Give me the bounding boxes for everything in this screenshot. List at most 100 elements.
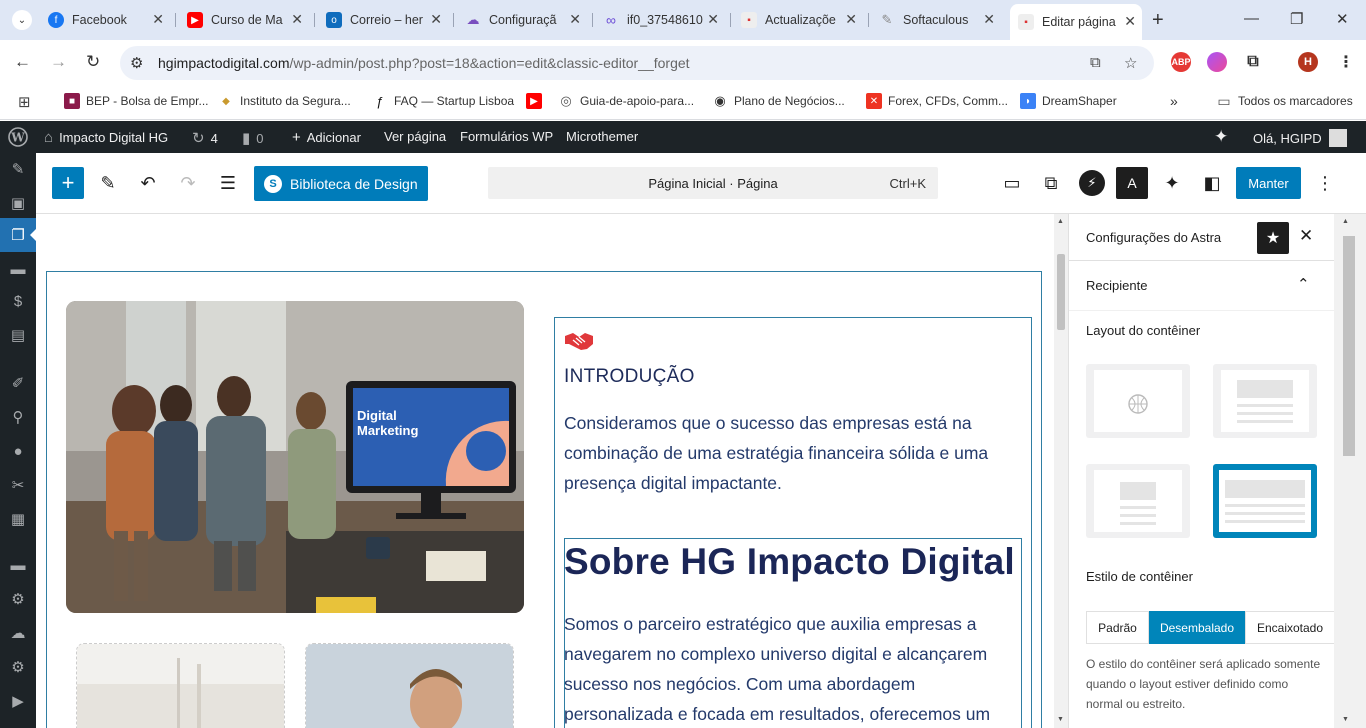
bookmark-bep[interactable]: ■ BEP - Bolsa de Empr... — [64, 93, 209, 109]
wp-forms-link[interactable]: Formulários WP — [460, 129, 553, 144]
tab-search-chevron-icon[interactable]: ⌄ — [12, 10, 32, 30]
close-tab-icon[interactable]: ✕ — [291, 11, 303, 28]
about-heading[interactable]: Sobre HG Impacto Digital — [564, 541, 1015, 583]
redo-icon[interactable]: ↷ — [172, 167, 204, 199]
bookmark-plano[interactable]: ◉ Plano de Negócios... — [712, 93, 844, 109]
apps-grid-icon[interactable]: ⊞ — [18, 93, 31, 111]
intro-paragraph[interactable]: Consideramos que o sucesso das empresas … — [564, 408, 1014, 498]
close-window-icon[interactable]: ✕ — [1336, 10, 1349, 28]
command-palette[interactable]: Página Inicial · Página Ctrl+K — [488, 167, 938, 199]
close-tab-icon[interactable]: ✕ — [1124, 13, 1136, 30]
forward-icon[interactable]: → — [50, 52, 67, 72]
users-icon[interactable]: ● — [8, 441, 28, 461]
scrollbar-thumb[interactable] — [1057, 254, 1065, 330]
tools-pencil-icon[interactable]: ✎ — [92, 167, 124, 199]
appearance-icon[interactable]: ✐ — [8, 373, 28, 393]
settings-grid-icon[interactable]: ▦ — [8, 509, 28, 529]
gear-icon[interactable]: ⚙ — [8, 657, 28, 677]
add-block-button[interactable]: + — [52, 167, 84, 199]
close-tab-icon[interactable]: ✕ — [430, 11, 442, 28]
settings-sidebar-icon[interactable]: ◧ — [1196, 167, 1228, 199]
style-option-unboxed[interactable]: Desembalado — [1149, 611, 1245, 644]
gear-icon[interactable]: ⚙ — [8, 589, 28, 609]
intro-heading[interactable]: INTRODUÇÃO — [564, 366, 695, 388]
undo-icon[interactable]: ↶ — [132, 167, 164, 199]
tab-editar-pagina[interactable]: ▪ Editar página ✕ — [1010, 4, 1142, 40]
tools-icon[interactable]: ✂ — [8, 475, 28, 495]
tab-softaculous[interactable]: ✎ Softaculous ✕ — [879, 6, 1001, 34]
new-content-link[interactable]: + Adicionar — [292, 129, 361, 146]
folder-icon[interactable]: ▬ — [8, 555, 28, 575]
layout-option-full-width[interactable] — [1213, 464, 1317, 538]
pages-icon[interactable]: ❐ — [8, 225, 28, 245]
preview-device-icon[interactable]: ▭ — [996, 167, 1028, 199]
astra-icon[interactable]: A — [1116, 167, 1148, 199]
tab-curso[interactable]: ▶ Curso de Ma ✕ — [187, 6, 309, 34]
hero-image[interactable]: Digital Marketing — [66, 301, 524, 613]
scroll-down-icon[interactable]: ▼ — [1342, 716, 1349, 723]
tab-facebook[interactable]: f Facebook ✕ — [48, 6, 170, 34]
scroll-up-icon[interactable]: ▲ — [1057, 218, 1064, 225]
close-tab-icon[interactable]: ✕ — [983, 11, 995, 28]
editor-canvas[interactable]: Digital Marketing INTRODUÇÃO Consideramo… — [36, 214, 1054, 728]
save-button[interactable]: Manter — [1236, 167, 1301, 199]
site-info-icon[interactable]: ⚙ — [130, 54, 143, 72]
bookmark-star-icon[interactable]: ☆ — [1124, 54, 1137, 72]
comments-link[interactable]: ▮ 0 — [242, 129, 264, 147]
forms-icon[interactable]: ▤ — [8, 325, 28, 345]
updates-link[interactable]: ↻ 4 — [192, 129, 218, 147]
upload-cloud-icon[interactable]: ☁ — [8, 623, 28, 643]
my-account-link[interactable]: Olá, HGIPD — [1253, 129, 1347, 147]
scroll-down-icon[interactable]: ▼ — [1057, 716, 1064, 723]
bookmark-faq[interactable]: ƒ FAQ — Startup Lisboa — [372, 93, 514, 109]
comments-icon[interactable]: ▬ — [8, 259, 28, 279]
profile-avatar[interactable]: H — [1298, 52, 1318, 72]
close-tab-icon[interactable]: ✕ — [152, 11, 164, 28]
close-icon[interactable]: ✕ — [1299, 226, 1313, 246]
bookmark-guia[interactable]: ◎ Guia-de-apoio-para... — [558, 93, 694, 109]
style-option-default[interactable]: Padrão — [1086, 611, 1149, 644]
canvas-scrollbar[interactable]: ▲ ▼ — [1054, 214, 1068, 728]
extensions-puzzle-icon[interactable]: ⧉ — [1243, 52, 1263, 72]
reload-icon[interactable]: ↻ — [86, 52, 100, 72]
s-plugin-icon[interactable]: $ — [8, 291, 28, 311]
spectra-icon[interactable]: ⚡ — [1079, 170, 1105, 196]
wordpress-logo-icon[interactable]: W — [8, 127, 28, 147]
all-bookmarks[interactable]: ▭ Todos os marcadores — [1216, 93, 1352, 109]
tab-if0[interactable]: ∞ if0_37548610 ✕ — [603, 6, 725, 34]
design-library-button[interactable]: S Biblioteca de Design — [254, 166, 428, 201]
person-image[interactable] — [305, 643, 514, 728]
view-page-external-icon[interactable]: ⧉ — [1035, 167, 1067, 199]
tab-actualizacoes[interactable]: ▪ Actualizaçõe ✕ — [741, 6, 863, 34]
browser-menu-icon[interactable]: ⋮ — [1336, 52, 1356, 72]
text-column[interactable]: INTRODUÇÃO Consideramos que o sucesso da… — [554, 317, 1032, 728]
close-tab-icon[interactable]: ✕ — [707, 11, 719, 28]
close-tab-icon[interactable]: ✕ — [845, 11, 857, 28]
omnibox[interactable]: ⚙ hgimpactodigital.com/wp-admin/post.php… — [120, 46, 1154, 80]
bookmark-dreamshaper[interactable]: ◗ DreamShaper — [1020, 93, 1117, 109]
scroll-up-icon[interactable]: ▲ — [1342, 218, 1349, 225]
more-bookmarks-icon[interactable]: » — [1170, 93, 1178, 109]
restore-icon[interactable]: ❐ — [1290, 10, 1303, 28]
scrollbar-thumb[interactable] — [1343, 236, 1355, 456]
close-tab-icon[interactable]: ✕ — [569, 11, 581, 28]
play-icon[interactable]: ▶ — [8, 691, 28, 711]
new-tab-icon[interactable]: + — [1152, 9, 1164, 32]
panel-scrollbar[interactable]: ▲ ▼ — [1334, 214, 1366, 728]
adblock-icon[interactable]: ABP — [1171, 52, 1191, 72]
layout-option-default[interactable] — [1086, 364, 1190, 438]
pin-icon[interactable]: ✎ — [8, 159, 28, 179]
about-group-block[interactable]: Sobre HG Impacto Digital Somos o parceir… — [564, 538, 1022, 728]
url-text[interactable]: hgimpactodigital.com/wp-admin/post.php?p… — [158, 55, 690, 71]
layout-option-narrow[interactable] — [1086, 464, 1190, 538]
tab-configuracao[interactable]: ☁ Configuraçã ✕ — [465, 6, 587, 34]
tab-correio[interactable]: o Correio – her ✕ — [326, 6, 448, 34]
plugins-icon[interactable]: ⚲ — [8, 407, 28, 427]
extension-gradient-icon[interactable] — [1207, 52, 1227, 72]
minimize-icon[interactable]: — — [1244, 10, 1259, 27]
about-paragraph[interactable]: Somos o parceiro estratégico que auxilia… — [564, 609, 1014, 728]
media-icon[interactable]: ▣ — [8, 193, 28, 213]
bookmark-youtube[interactable]: ▶ — [526, 93, 548, 109]
office-image[interactable] — [76, 643, 285, 728]
document-overview-icon[interactable]: ☰ — [212, 167, 244, 199]
